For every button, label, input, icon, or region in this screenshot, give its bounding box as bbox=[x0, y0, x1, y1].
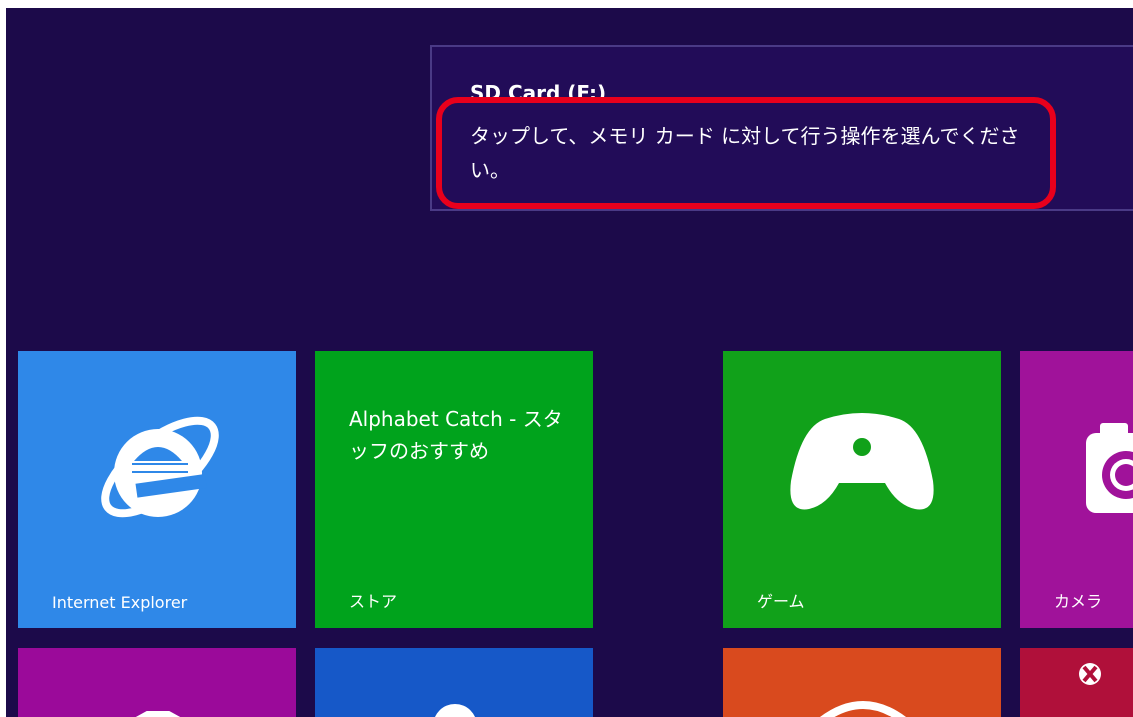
tile-row2-3[interactable] bbox=[723, 648, 1001, 717]
tile-row2-1[interactable] bbox=[18, 648, 296, 717]
tile-partial-icon bbox=[434, 704, 476, 717]
tile-label: ゲーム bbox=[757, 592, 805, 611]
tile-row2-2[interactable] bbox=[315, 648, 593, 717]
tile-label: Internet Explorer bbox=[52, 593, 188, 612]
tile-partial-icon bbox=[135, 711, 181, 717]
store-featured-title: Alphabet Catch - スタッフのおすすめ bbox=[349, 407, 563, 463]
tile-store[interactable]: Alphabet Catch - スタッフのおすすめ ストア bbox=[315, 351, 593, 628]
tile-row2-4[interactable] bbox=[1020, 648, 1133, 717]
tile-label: ストア bbox=[349, 592, 398, 611]
tile-camera[interactable]: カメラ bbox=[1020, 351, 1133, 628]
tile-internet-explorer[interactable]: Internet Explorer bbox=[18, 351, 296, 628]
camera-icon bbox=[1086, 423, 1133, 513]
tile-label: カメラ bbox=[1054, 592, 1103, 611]
start-screen: SD Card (F:) タップして、メモリ カード に対して行う操作を選んでく… bbox=[6, 8, 1133, 717]
tile-games[interactable]: ゲーム bbox=[723, 351, 1001, 628]
xbox-icon bbox=[1079, 663, 1101, 685]
highlight-annotation bbox=[436, 97, 1056, 209]
tile-partial-icon bbox=[820, 701, 906, 717]
internet-explorer-icon bbox=[101, 416, 219, 518]
gamepad-icon bbox=[790, 413, 934, 510]
